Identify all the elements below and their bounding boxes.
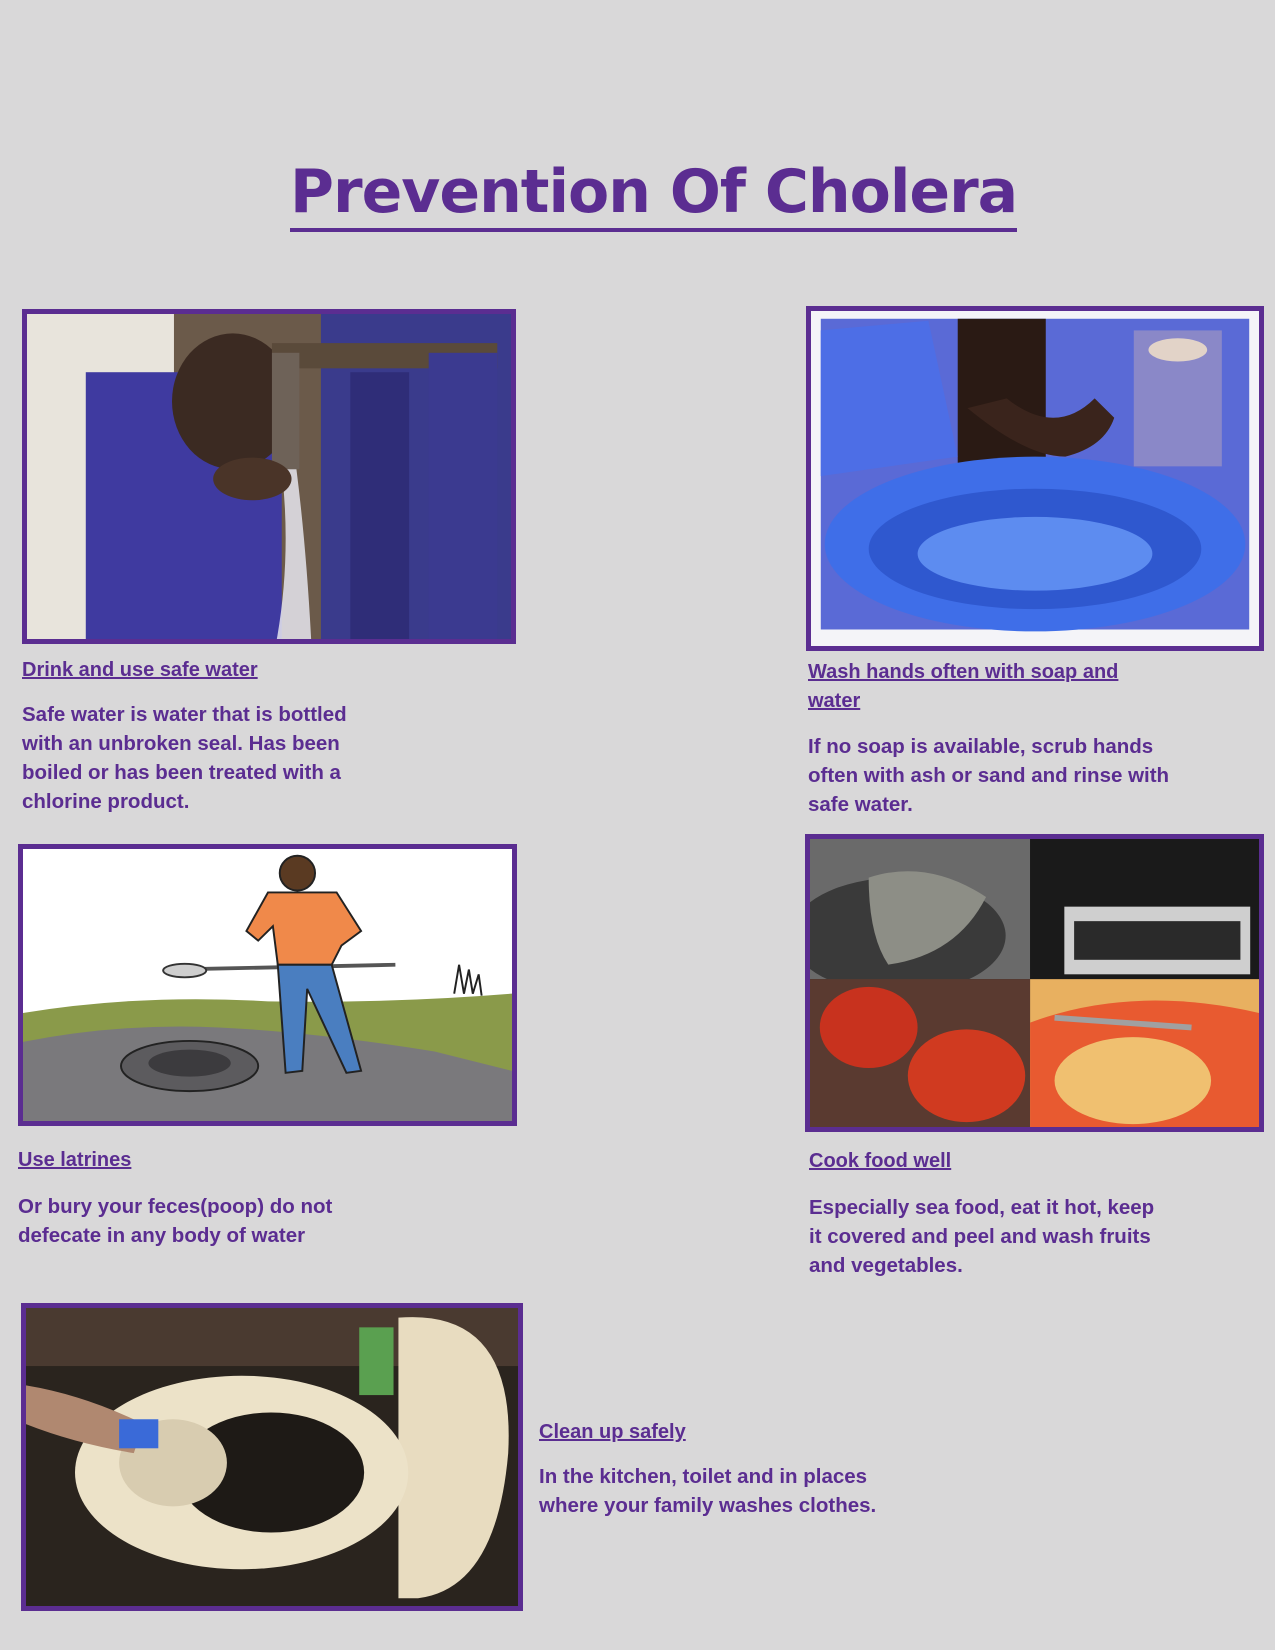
section-text-latrines: Or bury your feces(poop) do not defecate… (18, 1195, 333, 1247)
latrine-illustration (18, 844, 517, 1126)
drinking-water-photo (22, 309, 516, 644)
toilet-cleaning-photo (21, 1303, 523, 1611)
section-text-cook: Especially sea food, eat it hot, keep it… (809, 1196, 1155, 1277)
page-title: Prevention Of Cholera (290, 156, 1018, 232)
section-text-wash: If no soap is available, scrub hands oft… (808, 735, 1170, 816)
section-text-drink: Safe water is water that is bottled with… (22, 703, 347, 813)
section-heading-wash: Wash hands often with soap and water (808, 661, 1119, 712)
cooking-food-photo (805, 834, 1264, 1132)
section-heading-latrines: Use latrines (18, 1149, 132, 1171)
section-heading-clean: Clean up safely (539, 1421, 686, 1443)
section-heading-cook: Cook food well (809, 1150, 952, 1172)
hand-washing-photo (806, 306, 1264, 651)
section-heading-drink: Drink and use safe water (22, 659, 258, 681)
section-text-clean: In the kitchen, toilet and in places whe… (539, 1465, 877, 1517)
